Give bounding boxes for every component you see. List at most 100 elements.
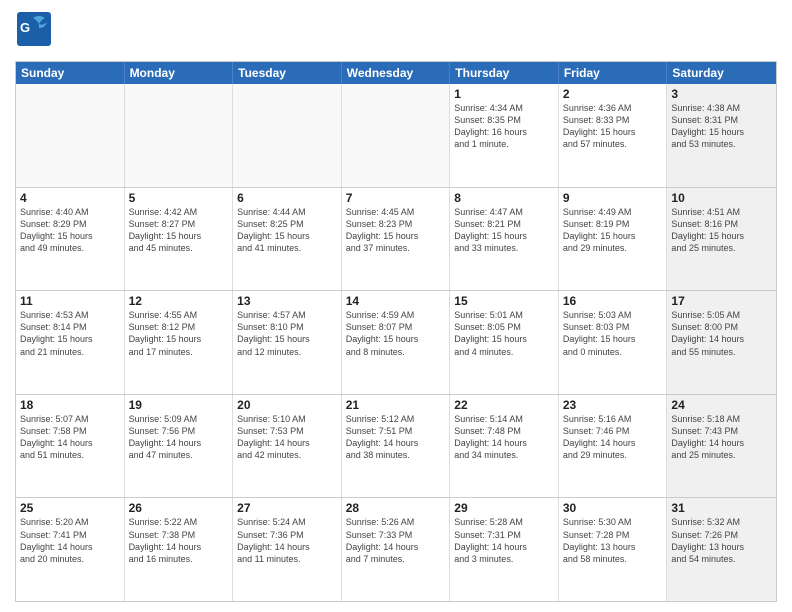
day-info: Sunrise: 4:44 AMSunset: 8:25 PMDaylight:… xyxy=(237,206,337,255)
day-number: 7 xyxy=(346,191,446,205)
calendar-cell: 1Sunrise: 4:34 AMSunset: 8:35 PMDaylight… xyxy=(450,84,559,187)
day-info: Sunrise: 4:45 AMSunset: 8:23 PMDaylight:… xyxy=(346,206,446,255)
calendar-cell xyxy=(233,84,342,187)
day-number: 22 xyxy=(454,398,554,412)
day-info: Sunrise: 5:05 AMSunset: 8:00 PMDaylight:… xyxy=(671,309,772,358)
header-cell-sunday: Sunday xyxy=(16,62,125,84)
day-info: Sunrise: 4:34 AMSunset: 8:35 PMDaylight:… xyxy=(454,102,554,151)
calendar-cell: 31Sunrise: 5:32 AMSunset: 7:26 PMDayligh… xyxy=(667,498,776,601)
calendar-cell: 5Sunrise: 4:42 AMSunset: 8:27 PMDaylight… xyxy=(125,188,234,291)
calendar-week-5: 25Sunrise: 5:20 AMSunset: 7:41 PMDayligh… xyxy=(16,497,776,601)
day-number: 11 xyxy=(20,294,120,308)
day-number: 2 xyxy=(563,87,663,101)
day-number: 3 xyxy=(671,87,772,101)
calendar-cell: 22Sunrise: 5:14 AMSunset: 7:48 PMDayligh… xyxy=(450,395,559,498)
day-number: 27 xyxy=(237,501,337,515)
day-number: 12 xyxy=(129,294,229,308)
day-info: Sunrise: 4:59 AMSunset: 8:07 PMDaylight:… xyxy=(346,309,446,358)
day-info: Sunrise: 5:26 AMSunset: 7:33 PMDaylight:… xyxy=(346,516,446,565)
day-number: 21 xyxy=(346,398,446,412)
calendar-cell xyxy=(342,84,451,187)
logo-icon: G xyxy=(15,10,53,53)
day-info: Sunrise: 5:28 AMSunset: 7:31 PMDaylight:… xyxy=(454,516,554,565)
calendar-header: SundayMondayTuesdayWednesdayThursdayFrid… xyxy=(16,62,776,84)
day-info: Sunrise: 5:14 AMSunset: 7:48 PMDaylight:… xyxy=(454,413,554,462)
day-info: Sunrise: 4:49 AMSunset: 8:19 PMDaylight:… xyxy=(563,206,663,255)
calendar-week-2: 4Sunrise: 4:40 AMSunset: 8:29 PMDaylight… xyxy=(16,187,776,291)
day-info: Sunrise: 4:38 AMSunset: 8:31 PMDaylight:… xyxy=(671,102,772,151)
header-cell-saturday: Saturday xyxy=(667,62,776,84)
day-number: 29 xyxy=(454,501,554,515)
calendar-cell: 26Sunrise: 5:22 AMSunset: 7:38 PMDayligh… xyxy=(125,498,234,601)
calendar-body: 1Sunrise: 4:34 AMSunset: 8:35 PMDaylight… xyxy=(16,84,776,601)
calendar-cell: 20Sunrise: 5:10 AMSunset: 7:53 PMDayligh… xyxy=(233,395,342,498)
header-cell-thursday: Thursday xyxy=(450,62,559,84)
calendar-cell: 28Sunrise: 5:26 AMSunset: 7:33 PMDayligh… xyxy=(342,498,451,601)
day-number: 24 xyxy=(671,398,772,412)
calendar-cell: 16Sunrise: 5:03 AMSunset: 8:03 PMDayligh… xyxy=(559,291,668,394)
day-number: 28 xyxy=(346,501,446,515)
day-number: 20 xyxy=(237,398,337,412)
calendar-cell: 14Sunrise: 4:59 AMSunset: 8:07 PMDayligh… xyxy=(342,291,451,394)
day-number: 10 xyxy=(671,191,772,205)
calendar-cell: 21Sunrise: 5:12 AMSunset: 7:51 PMDayligh… xyxy=(342,395,451,498)
day-info: Sunrise: 5:12 AMSunset: 7:51 PMDaylight:… xyxy=(346,413,446,462)
calendar-cell: 23Sunrise: 5:16 AMSunset: 7:46 PMDayligh… xyxy=(559,395,668,498)
day-number: 13 xyxy=(237,294,337,308)
day-info: Sunrise: 5:09 AMSunset: 7:56 PMDaylight:… xyxy=(129,413,229,462)
day-number: 18 xyxy=(20,398,120,412)
day-number: 14 xyxy=(346,294,446,308)
calendar-cell: 7Sunrise: 4:45 AMSunset: 8:23 PMDaylight… xyxy=(342,188,451,291)
day-info: Sunrise: 4:36 AMSunset: 8:33 PMDaylight:… xyxy=(563,102,663,151)
header-cell-friday: Friday xyxy=(559,62,668,84)
day-number: 6 xyxy=(237,191,337,205)
calendar-cell: 9Sunrise: 4:49 AMSunset: 8:19 PMDaylight… xyxy=(559,188,668,291)
day-number: 4 xyxy=(20,191,120,205)
day-info: Sunrise: 4:42 AMSunset: 8:27 PMDaylight:… xyxy=(129,206,229,255)
calendar-week-4: 18Sunrise: 5:07 AMSunset: 7:58 PMDayligh… xyxy=(16,394,776,498)
day-info: Sunrise: 4:55 AMSunset: 8:12 PMDaylight:… xyxy=(129,309,229,358)
calendar-cell xyxy=(125,84,234,187)
calendar: SundayMondayTuesdayWednesdayThursdayFrid… xyxy=(15,61,777,602)
day-number: 5 xyxy=(129,191,229,205)
logo: G xyxy=(15,10,59,53)
calendar-cell: 2Sunrise: 4:36 AMSunset: 8:33 PMDaylight… xyxy=(559,84,668,187)
calendar-cell: 19Sunrise: 5:09 AMSunset: 7:56 PMDayligh… xyxy=(125,395,234,498)
calendar-cell xyxy=(16,84,125,187)
header-cell-tuesday: Tuesday xyxy=(233,62,342,84)
calendar-cell: 25Sunrise: 5:20 AMSunset: 7:41 PMDayligh… xyxy=(16,498,125,601)
header: G xyxy=(15,10,777,53)
day-number: 9 xyxy=(563,191,663,205)
day-number: 16 xyxy=(563,294,663,308)
day-info: Sunrise: 4:51 AMSunset: 8:16 PMDaylight:… xyxy=(671,206,772,255)
calendar-cell: 30Sunrise: 5:30 AMSunset: 7:28 PMDayligh… xyxy=(559,498,668,601)
day-info: Sunrise: 5:22 AMSunset: 7:38 PMDaylight:… xyxy=(129,516,229,565)
page: G SundayMondayTuesdayWednesdayThursdayFr… xyxy=(0,0,792,612)
calendar-cell: 18Sunrise: 5:07 AMSunset: 7:58 PMDayligh… xyxy=(16,395,125,498)
day-info: Sunrise: 5:03 AMSunset: 8:03 PMDaylight:… xyxy=(563,309,663,358)
day-number: 15 xyxy=(454,294,554,308)
day-number: 8 xyxy=(454,191,554,205)
calendar-cell: 10Sunrise: 4:51 AMSunset: 8:16 PMDayligh… xyxy=(667,188,776,291)
day-info: Sunrise: 5:30 AMSunset: 7:28 PMDaylight:… xyxy=(563,516,663,565)
day-info: Sunrise: 4:53 AMSunset: 8:14 PMDaylight:… xyxy=(20,309,120,358)
svg-text:G: G xyxy=(20,20,30,35)
calendar-cell: 12Sunrise: 4:55 AMSunset: 8:12 PMDayligh… xyxy=(125,291,234,394)
calendar-cell: 11Sunrise: 4:53 AMSunset: 8:14 PMDayligh… xyxy=(16,291,125,394)
day-info: Sunrise: 5:32 AMSunset: 7:26 PMDaylight:… xyxy=(671,516,772,565)
day-info: Sunrise: 5:16 AMSunset: 7:46 PMDaylight:… xyxy=(563,413,663,462)
calendar-cell: 6Sunrise: 4:44 AMSunset: 8:25 PMDaylight… xyxy=(233,188,342,291)
day-number: 31 xyxy=(671,501,772,515)
day-info: Sunrise: 5:24 AMSunset: 7:36 PMDaylight:… xyxy=(237,516,337,565)
day-info: Sunrise: 4:47 AMSunset: 8:21 PMDaylight:… xyxy=(454,206,554,255)
day-info: Sunrise: 5:10 AMSunset: 7:53 PMDaylight:… xyxy=(237,413,337,462)
day-info: Sunrise: 5:07 AMSunset: 7:58 PMDaylight:… xyxy=(20,413,120,462)
calendar-week-3: 11Sunrise: 4:53 AMSunset: 8:14 PMDayligh… xyxy=(16,290,776,394)
calendar-cell: 8Sunrise: 4:47 AMSunset: 8:21 PMDaylight… xyxy=(450,188,559,291)
header-cell-wednesday: Wednesday xyxy=(342,62,451,84)
day-number: 19 xyxy=(129,398,229,412)
header-cell-monday: Monday xyxy=(125,62,234,84)
day-info: Sunrise: 4:57 AMSunset: 8:10 PMDaylight:… xyxy=(237,309,337,358)
day-number: 25 xyxy=(20,501,120,515)
calendar-cell: 13Sunrise: 4:57 AMSunset: 8:10 PMDayligh… xyxy=(233,291,342,394)
